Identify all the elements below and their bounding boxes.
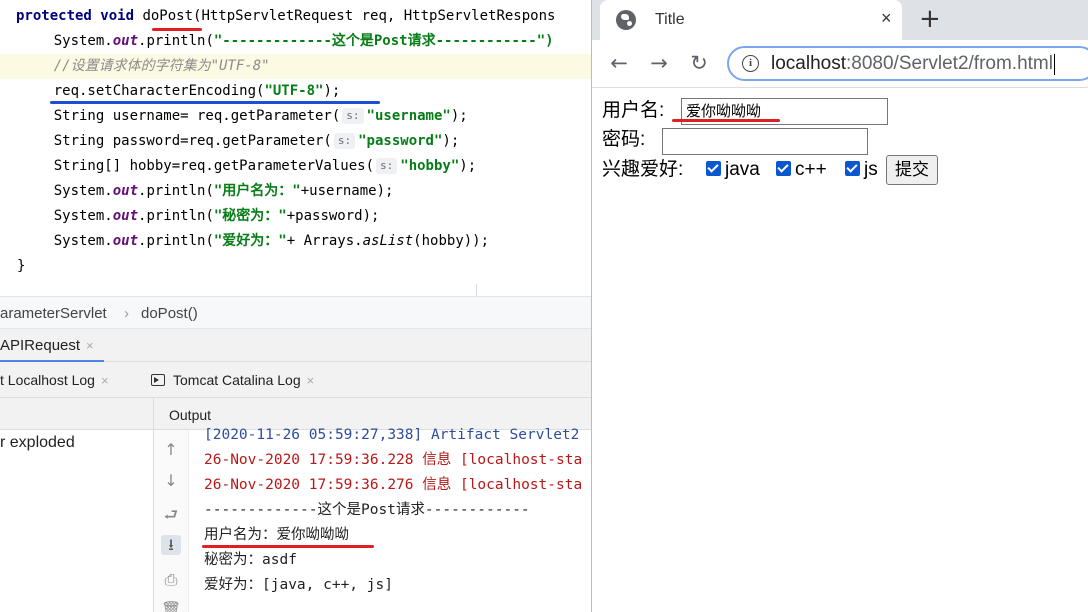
- scroll-to-end-icon[interactable]: ⭳: [161, 535, 181, 555]
- address-bar[interactable]: i localhost:8080/Servlet2/from.html: [727, 46, 1088, 81]
- tab-strip: Title × +: [592, 0, 1088, 40]
- console-line: [2020-11-26 05:59:27,338] Artifact Servl…: [204, 427, 580, 443]
- deployment-item[interactable]: r exploded: [0, 434, 75, 452]
- close-icon[interactable]: ×: [881, 8, 892, 29]
- param-hint: s:: [333, 133, 356, 149]
- page-content: 用户名: 爱你呦呦呦 密码: 兴趣爱好: java c++ js 提交: [592, 88, 1088, 612]
- back-icon[interactable]: ←: [607, 51, 631, 75]
- tab-localhost-log[interactable]: t Localhost Log ×: [0, 372, 109, 388]
- console-line: 26-Nov-2020 17:59:36.228 信息 [localhost-s…: [204, 452, 583, 468]
- code-line-3-comment: //设置请求体的字符集为"UTF-8": [20, 58, 270, 74]
- hobby-label: 兴趣爱好:: [602, 159, 684, 180]
- indent-guide: [476, 284, 477, 296]
- deployment-pane: r exploded: [0, 398, 154, 612]
- code-line-7: String[] hobby=req.getParameterValues(s:…: [20, 158, 477, 174]
- trash-icon[interactable]: 🗑: [161, 600, 181, 612]
- soft-wrap-icon[interactable]: ⮐: [161, 505, 181, 525]
- code-line-8: System.out.println("用户名为："+username);: [20, 183, 394, 199]
- reload-icon[interactable]: ↻: [687, 51, 711, 75]
- password-label: 密码:: [602, 129, 646, 150]
- text-caret: [1054, 54, 1055, 75]
- method-name: doPost: [142, 8, 194, 24]
- ide-window: protected void doPost(HttpServletRequest…: [0, 0, 591, 612]
- red-underline: [672, 119, 780, 122]
- console-icon: [151, 374, 165, 386]
- info-icon[interactable]: i: [742, 55, 759, 72]
- code-line-1: protected void doPost(HttpServletRequest…: [16, 8, 556, 24]
- tab-title: Title: [655, 11, 685, 28]
- close-icon[interactable]: ×: [101, 373, 109, 388]
- code-editor[interactable]: protected void doPost(HttpServletRequest…: [0, 0, 591, 296]
- checkbox-checked[interactable]: [706, 161, 721, 176]
- param-hint: s:: [376, 158, 398, 174]
- code-line-5: String username= req.getParameter(s: "use…: [20, 108, 468, 124]
- close-icon[interactable]: ×: [307, 373, 315, 388]
- console-toolbar: ↑ ↓ ⮐ ⭳ ⎙ 🗑: [154, 430, 189, 612]
- code-line-6: String password=req.getParameter(s: "pass…: [20, 133, 460, 149]
- arrow-down-icon[interactable]: ↓: [161, 471, 181, 491]
- code-line-2: System.out.println("-------------这个是Post…: [20, 33, 554, 49]
- param-hint: s:: [342, 108, 364, 124]
- code-line-10: System.out.println("爱好为："+ Arrays.asList…: [20, 233, 490, 249]
- password-input[interactable]: [662, 128, 868, 155]
- console-line: -------------这个是Post请求------------: [204, 502, 530, 518]
- deployment-header: [0, 398, 153, 430]
- tab-catalina-log[interactable]: Tomcat Catalina Log ×: [151, 372, 314, 388]
- run-toolbar: APIRequest ×: [0, 329, 591, 362]
- output-label[interactable]: Output: [169, 407, 211, 423]
- arrow-up-icon[interactable]: ↑: [161, 440, 181, 460]
- url-text: localhost:8080/Servlet2/from.html: [771, 53, 1053, 74]
- forward-icon[interactable]: →: [647, 51, 671, 75]
- checkbox-checked[interactable]: [776, 161, 791, 176]
- checkbox-checked[interactable]: [845, 161, 860, 176]
- console-line: 26-Nov-2020 17:59:36.276 信息 [localhost-s…: [204, 477, 583, 493]
- console-line: 爱好为：[java, c++, js]: [204, 577, 393, 593]
- username-label: 用户名:: [602, 100, 665, 121]
- new-tab-button[interactable]: +: [919, 4, 941, 34]
- run-tab-apirequest[interactable]: APIRequest ×: [0, 329, 104, 362]
- console-line: 秘密为：asdf: [204, 552, 297, 568]
- breadcrumb-separator: ›: [124, 305, 129, 322]
- breadcrumb-class[interactable]: arameterServlet: [0, 305, 107, 322]
- submit-button[interactable]: 提交: [886, 155, 938, 185]
- breadcrumb: arameterServlet › doPost(): [0, 296, 591, 329]
- code-line-11: }: [17, 258, 26, 274]
- breadcrumb-method[interactable]: doPost(): [141, 305, 198, 322]
- log-tabs: t Localhost Log × Tomcat Catalina Log ×: [0, 362, 591, 398]
- close-icon[interactable]: ×: [86, 338, 94, 353]
- hobby-cpp[interactable]: c++: [776, 156, 827, 184]
- code-line-9: System.out.println("秘密为："+password);: [20, 208, 380, 224]
- browser-tab[interactable]: Title ×: [600, 0, 902, 40]
- globe-icon: [616, 10, 636, 30]
- browser-window: Title × + ← → ↻ i localhost:8080/Servlet…: [591, 0, 1088, 612]
- hobby-js[interactable]: js: [845, 156, 878, 184]
- nav-bar: ← → ↻ i localhost:8080/Servlet2/from.htm…: [592, 40, 1088, 88]
- print-icon[interactable]: ⎙: [161, 570, 181, 590]
- hobby-java[interactable]: java: [706, 156, 760, 184]
